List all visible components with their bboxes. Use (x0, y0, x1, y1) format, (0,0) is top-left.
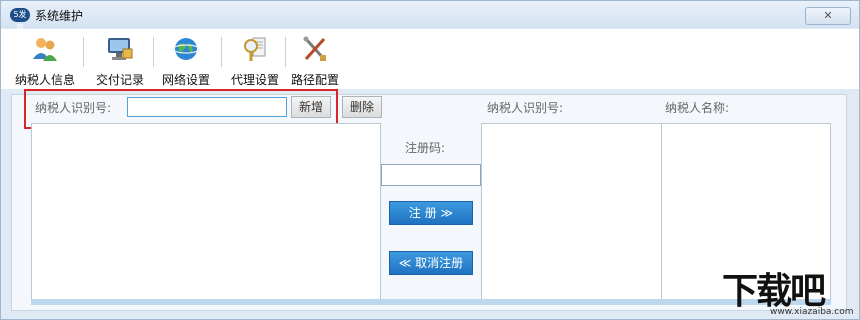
users-icon (33, 38, 57, 61)
window-title: 系统维护 (35, 9, 84, 23)
toolbar-divider (221, 37, 222, 67)
bottom-strip (31, 299, 831, 305)
register-button[interactable]: 注 册 ≫ (389, 201, 473, 225)
toolbar-label: 网络设置 (161, 73, 210, 87)
registration-code-field[interactable] (381, 164, 481, 186)
unregister-button[interactable]: ≪ 取消注册 (389, 251, 473, 275)
registration-code-label: 注册码: (405, 141, 446, 155)
title-bar: 5发票 系统维护 ✕ (1, 1, 859, 33)
toolbar-label: 路径配置 (290, 73, 339, 87)
toolbar-divider (285, 37, 286, 67)
close-button[interactable]: ✕ (805, 7, 851, 25)
tools-icon (303, 36, 326, 61)
globe-icon (172, 38, 200, 60)
taxpayer-list[interactable] (31, 123, 381, 301)
toolbar-divider (153, 37, 154, 67)
column-header-taxpayer-name: 纳税人名称: (665, 101, 730, 115)
app-logo: 5发票 (10, 8, 30, 33)
toolbar-label: 代理设置 (230, 73, 279, 87)
column-header-taxpayer-id: 纳税人识别号: (487, 101, 564, 115)
watermark-url: www.xiazaiba.com (770, 307, 854, 317)
monitor-icon (108, 38, 133, 60)
table-column-divider (661, 124, 662, 300)
toolbar: 纳税人信息 交付记录 网络设置 代理设置 路径配置 (1, 29, 859, 89)
toolbar-label: 交付记录 (95, 73, 144, 87)
watermark: 下载吧 www.xiazaiba.com (718, 262, 860, 320)
magnifier-icon (244, 37, 266, 61)
delete-button[interactable]: 删除 (342, 96, 382, 118)
toolbar-divider (83, 37, 84, 67)
toolbar-label: 纳税人信息 (14, 73, 75, 87)
